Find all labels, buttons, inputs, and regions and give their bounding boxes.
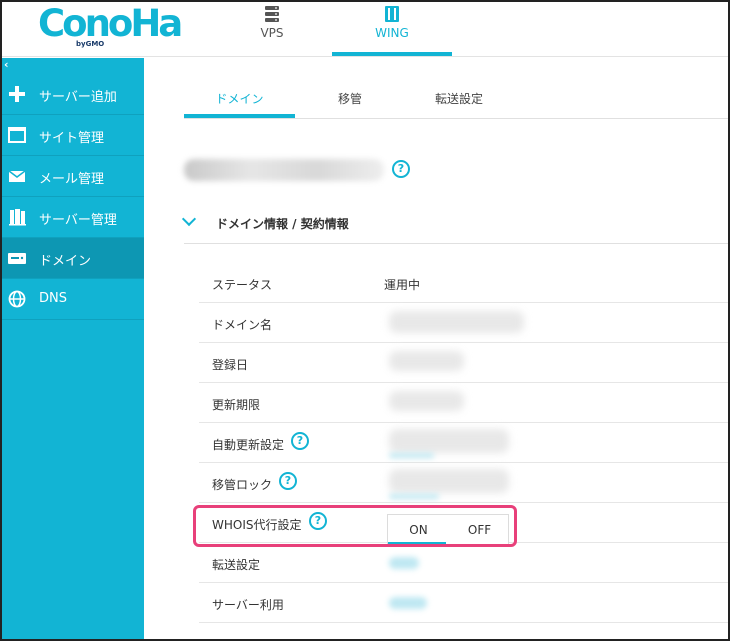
row-label: ドメイン名: [212, 318, 273, 332]
sidebar-item-domain[interactable]: ドメイン: [2, 238, 144, 279]
row-label: 登録日: [212, 358, 249, 372]
row-label: 移管ロック: [212, 478, 273, 492]
redacted-link: [389, 557, 419, 569]
sidebar-item-site-management[interactable]: サイト管理: [2, 115, 144, 156]
info-row-expiry-date: 更新期限: [199, 383, 728, 423]
server-stack-icon: [7, 208, 27, 226]
row-label: ステータス: [212, 278, 273, 292]
redacted-value: [389, 391, 464, 411]
nav-wing-label: WING: [375, 26, 409, 40]
redacted-toggle-indicator: [389, 494, 439, 499]
sidebar-item-label: サーバー追加: [39, 90, 117, 105]
logo-sub: byGMO: [76, 40, 105, 48]
info-row-status: ステータス 運用中: [199, 263, 728, 303]
tab-domain[interactable]: ドメイン: [184, 90, 295, 107]
window-icon: [7, 126, 27, 144]
nav-vps[interactable]: VPS: [212, 2, 332, 56]
wing-icon: [384, 5, 400, 27]
top-header: ConoHa byGMO VPS WING: [2, 2, 728, 57]
row-label: 転送設定: [212, 558, 261, 572]
server-icon: [264, 5, 280, 27]
info-row-registered-date: 登録日: [199, 343, 728, 383]
help-icon[interactable]: ?: [392, 160, 410, 178]
row-label: サーバー利用: [212, 598, 284, 612]
globe-icon: [7, 290, 27, 308]
row-label: 更新期限: [212, 398, 261, 412]
mail-icon: [7, 167, 27, 185]
info-row-forwarding: 転送設定: [199, 543, 728, 583]
domain-icon: [7, 249, 27, 267]
sidebar-item-dns[interactable]: DNS: [2, 279, 144, 320]
redacted-toggle: [389, 429, 509, 453]
app-window: ConoHa byGMO VPS WING ‹ サーバー追加 サイト管理 メール…: [0, 0, 730, 641]
tab-transfer[interactable]: 移管: [324, 90, 376, 107]
info-row-auto-renew: 自動更新設定 ?: [199, 423, 728, 463]
sidebar-item-label: サーバー管理: [39, 213, 117, 228]
nav-vps-label: VPS: [260, 26, 284, 40]
tab-forwarding[interactable]: 転送設定: [424, 90, 494, 107]
help-icon[interactable]: ?: [291, 432, 309, 450]
row-label: 自動更新設定: [212, 438, 285, 452]
sidebar: ‹ サーバー追加 サイト管理 メール管理 サーバー管理 ドメイン DNS: [2, 58, 144, 639]
conoha-logo[interactable]: ConoHa byGMO: [38, 2, 183, 48]
nav-wing[interactable]: WING: [332, 2, 452, 56]
annotation-highlight-box: [193, 505, 517, 547]
collapse-sidebar-icon[interactable]: ‹: [4, 58, 9, 71]
domain-name-redacted: [184, 159, 384, 181]
section-title: ドメイン情報 / 契約情報: [216, 217, 349, 231]
redacted-toggle-indicator: [389, 453, 434, 458]
info-row-server-usage: サーバー利用: [199, 583, 728, 623]
sidebar-item-label: DNS: [39, 291, 67, 306]
info-row-transfer-lock: 移管ロック ?: [199, 463, 728, 503]
sidebar-item-add-server[interactable]: サーバー追加: [2, 74, 144, 115]
redacted-value: [389, 311, 524, 333]
redacted-link: [389, 597, 427, 609]
row-value: 運用中: [384, 278, 421, 292]
sidebar-item-label: サイト管理: [39, 131, 105, 146]
info-row-domain-name: ドメイン名: [199, 303, 728, 343]
sidebar-item-label: メール管理: [39, 172, 105, 187]
tab-bar: ドメイン 移管 転送設定: [184, 58, 728, 119]
sidebar-item-mail-management[interactable]: メール管理: [2, 156, 144, 197]
redacted-toggle: [389, 469, 509, 493]
sidebar-item-label: ドメイン: [39, 254, 92, 269]
help-icon[interactable]: ?: [279, 472, 297, 490]
active-tab-indicator: [184, 114, 295, 118]
plus-icon: [7, 85, 27, 103]
main-content: ドメイン 移管 転送設定 ? ドメイン情報 / 契約情報 ステータス 運用中 ド…: [144, 58, 728, 639]
logo-text: ConoHa: [38, 2, 183, 45]
chevron-down-icon: [181, 211, 197, 227]
section-header-domain-info[interactable]: ドメイン情報 / 契約情報: [181, 204, 728, 244]
redacted-value: [389, 351, 464, 371]
sidebar-item-server-management[interactable]: サーバー管理: [2, 197, 144, 238]
